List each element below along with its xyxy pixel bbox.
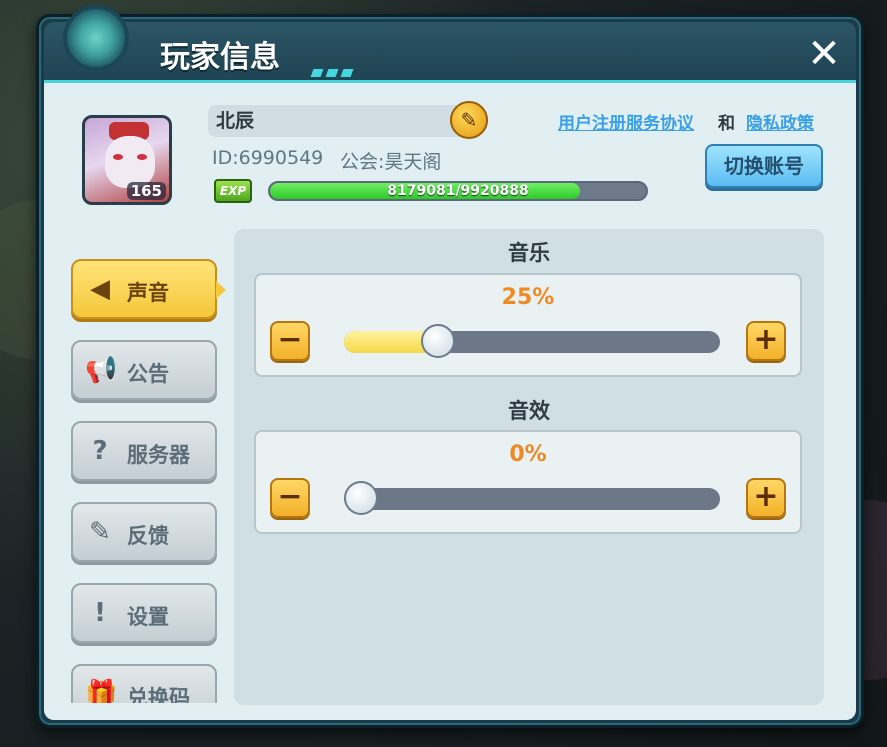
- nav-item-label: 兑换码: [127, 686, 190, 703]
- player-id: ID:6990549: [212, 147, 324, 169]
- edit-name-button[interactable]: ✎: [450, 101, 488, 139]
- sound-settings-panel: 音乐 25% − + 音效 0% − +: [234, 229, 824, 705]
- dialog-title: 玩家信息: [160, 40, 280, 75]
- server-help-icon: ?: [92, 436, 108, 466]
- player-info-dialog: 玩家信息 ✕ 165 北辰 ✎ ID:6990549 公会:昊天阁 EXP 81…: [36, 5, 864, 728]
- terms-link[interactable]: 用户注册服务协议: [558, 109, 694, 134]
- nav-item-settings[interactable]: ! 设置: [71, 583, 217, 643]
- exp-icon: EXP: [214, 179, 252, 203]
- dialog-content: 165 北辰 ✎ ID:6990549 公会:昊天阁 EXP 8179081/9…: [44, 83, 856, 720]
- nav-item-redeem-code[interactable]: 🎁 兑换码: [71, 664, 217, 703]
- music-increase-button[interactable]: +: [746, 321, 786, 361]
- exclamation-icon: !: [94, 598, 106, 628]
- nav-item-label: 反馈: [127, 524, 169, 548]
- close-button[interactable]: ✕: [804, 34, 844, 74]
- nav-item-label: 服务器: [127, 443, 190, 467]
- music-percent: 25%: [501, 285, 555, 310]
- gift-icon: 🎁: [85, 679, 118, 703]
- nav-item-label: 设置: [127, 605, 169, 629]
- effects-slider-card: 0% − +: [254, 430, 802, 534]
- nav-item-label: 声音: [127, 281, 169, 305]
- effects-title: 音效: [508, 399, 550, 423]
- title-bar: 玩家信息 ✕: [44, 22, 856, 83]
- speaker-icon: ◀: [90, 274, 110, 304]
- music-slider-track[interactable]: [344, 324, 720, 358]
- player-name: 北辰: [208, 105, 480, 137]
- nav-item-sound[interactable]: ◀ 声音: [71, 259, 226, 319]
- privacy-link[interactable]: 隐私政策: [746, 109, 814, 134]
- switch-account-button[interactable]: 切换账号: [705, 144, 823, 188]
- megaphone-icon: 📢: [85, 355, 118, 385]
- nav-item-server[interactable]: ? 服务器: [71, 421, 217, 481]
- effects-increase-button[interactable]: +: [746, 478, 786, 518]
- level-badge: 165: [126, 182, 166, 200]
- music-slider-thumb[interactable]: [421, 324, 455, 358]
- effects-slider-thumb[interactable]: [344, 481, 378, 515]
- and-text: 和: [718, 114, 735, 134]
- edit-note-icon: ✎: [89, 517, 111, 547]
- effects-percent: 0%: [509, 442, 547, 467]
- effects-decrease-button[interactable]: −: [270, 478, 310, 518]
- pencil-icon: ✎: [460, 108, 478, 132]
- effects-slider-track[interactable]: [344, 481, 720, 515]
- gear-emblem-icon: [63, 5, 129, 71]
- nav-item-label: 公告: [127, 362, 169, 386]
- exp-progress-text: 8179081/9920888: [387, 183, 529, 199]
- nav-item-feedback[interactable]: ✎ 反馈: [71, 502, 217, 562]
- title-decoration: [310, 62, 357, 81]
- music-title: 音乐: [508, 241, 550, 265]
- exp-progress-bar: 8179081/9920888: [268, 181, 648, 201]
- guild-name: 公会:昊天阁: [340, 151, 442, 173]
- nav-item-announcement[interactable]: 📢 公告: [71, 340, 217, 400]
- settings-nav: ◀ 声音 📢 公告 ? 服务器 ✎ 反馈 ! 设置 🎁 兑换码: [71, 257, 231, 703]
- avatar[interactable]: 165: [82, 115, 172, 205]
- music-slider-card: 25% − +: [254, 273, 802, 377]
- music-decrease-button[interactable]: −: [270, 321, 310, 361]
